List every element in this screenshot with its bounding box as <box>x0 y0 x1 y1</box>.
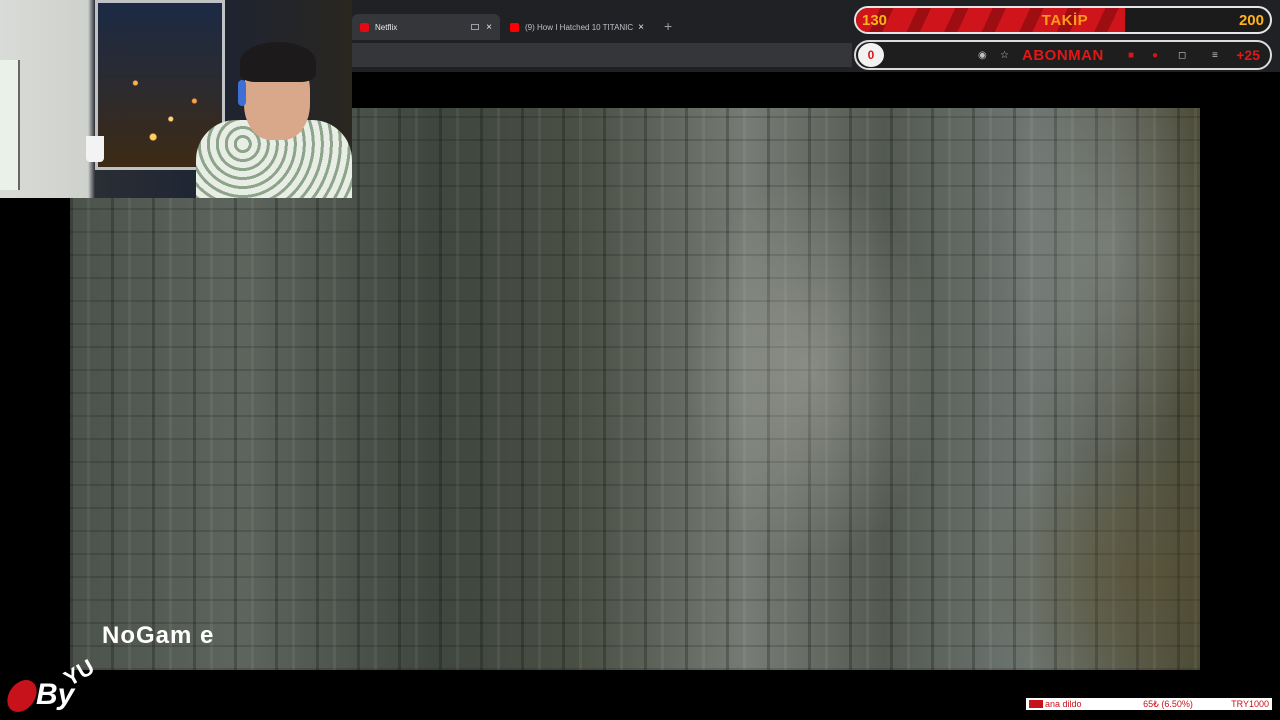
donation-goal: TRY1000 <box>1231 699 1269 709</box>
webcam-cup <box>86 136 104 162</box>
webcam-monitor <box>0 60 20 190</box>
streamer-webcam <box>0 0 352 198</box>
menu-icon[interactable]: ≡ <box>1212 50 1218 61</box>
channel-watermark: By YU NoGam e <box>3 618 246 718</box>
eye-off-icon[interactable]: ◉ <box>978 50 987 61</box>
sub-goal-label: ABONMAN <box>1022 47 1104 64</box>
mute-tab-icon[interactable] <box>471 24 480 30</box>
extension-2-icon[interactable]: ● <box>1152 50 1158 61</box>
sub-goal-increment: +25 <box>1236 47 1260 63</box>
follow-goal-bar: 130 TAKİP 200 <box>854 6 1272 34</box>
tab-youtube[interactable]: (9) How I Hatched 10 TITANIC × <box>502 14 652 40</box>
extension-icon[interactable]: ■ <box>1128 50 1134 61</box>
donation-label: ana dildo <box>1045 699 1082 709</box>
headset-icon <box>238 80 246 106</box>
tab-title: Netflix <box>375 22 398 32</box>
sub-goal-current: 0 <box>858 43 884 67</box>
donation-amount: 65₺ (6.50%) <box>1143 698 1193 709</box>
address-bar[interactable] <box>352 43 852 67</box>
sub-goal-bar: 0 ◉ ☆ ABONMAN ■ ● ◻ ≡ +25 <box>854 40 1272 70</box>
puzzle-icon[interactable]: ◻ <box>1178 50 1186 61</box>
close-tab-icon[interactable]: × <box>638 22 644 33</box>
donation-flag-icon <box>1029 700 1043 708</box>
follow-goal-target: 200 <box>1238 12 1264 29</box>
tab-title: (9) How I Hatched 10 TITANIC <box>525 22 634 32</box>
follow-goal-label: TAKİP <box>1041 12 1089 29</box>
donation-goal-ticker: ana dildo 65₺ (6.50%) TRY1000 <box>1026 698 1272 710</box>
youtube-favicon-icon <box>510 22 519 32</box>
close-tab-icon[interactable]: × <box>486 22 492 33</box>
tab-netflix[interactable]: Netflix × <box>352 14 500 40</box>
netflix-favicon-icon <box>360 22 369 32</box>
watermark-name: NoGam e <box>102 622 215 649</box>
city-lights <box>100 35 218 155</box>
watermark-logo-icon <box>3 680 41 712</box>
star-icon[interactable]: ☆ <box>1000 50 1009 61</box>
new-tab-button[interactable]: + <box>664 18 672 34</box>
streamer-hair <box>240 42 316 82</box>
